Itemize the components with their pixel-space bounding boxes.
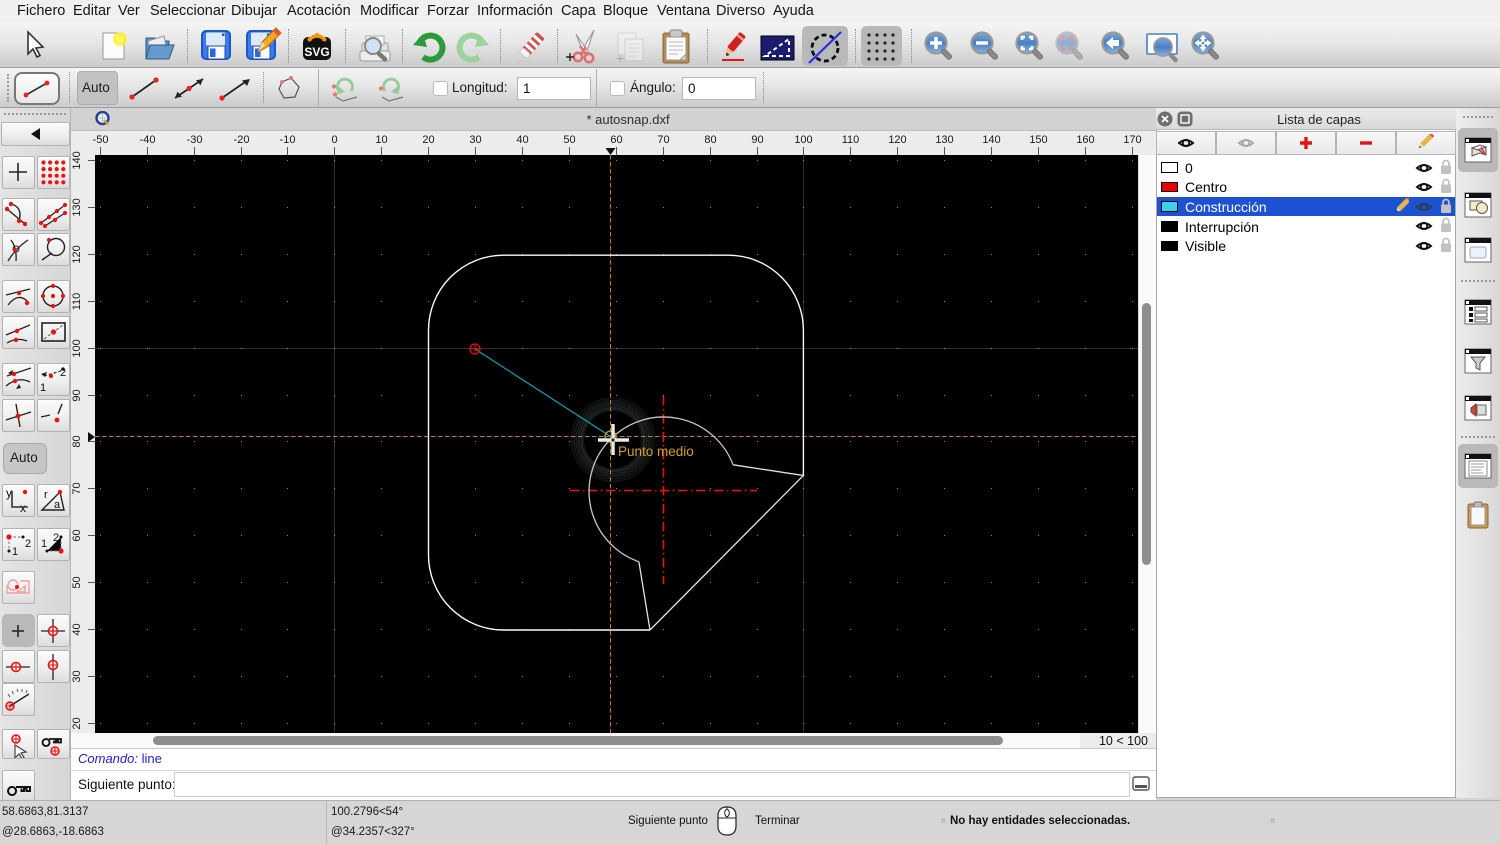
svg-text:10: 10 xyxy=(375,134,387,146)
svg-text:20: 20 xyxy=(71,717,83,729)
svg-text:140: 140 xyxy=(982,134,1000,146)
svg-text:2: 2 xyxy=(53,532,59,544)
svg-text:70: 70 xyxy=(71,482,83,494)
svg-text:a: a xyxy=(54,499,61,511)
svg-text:50: 50 xyxy=(563,134,575,146)
svg-text:150: 150 xyxy=(1029,134,1047,146)
svg-text:110: 110 xyxy=(842,134,860,146)
svg-text:50: 50 xyxy=(71,576,83,588)
svg-text:80: 80 xyxy=(71,435,83,447)
svg-text:110: 110 xyxy=(71,293,83,311)
svg-text:-40: -40 xyxy=(140,134,156,146)
svg-text:70: 70 xyxy=(657,134,669,146)
svg-text:120: 120 xyxy=(888,134,906,146)
svg-text:40: 40 xyxy=(516,134,528,146)
svg-text:90: 90 xyxy=(751,134,763,146)
svg-text:1: 1 xyxy=(12,546,18,558)
svg-text:30: 30 xyxy=(71,670,83,682)
svg-text:-30: -30 xyxy=(187,134,203,146)
svg-text:140: 140 xyxy=(71,151,83,169)
svg-text:1: 1 xyxy=(40,382,46,394)
svg-text:120: 120 xyxy=(71,245,83,263)
svg-text:130: 130 xyxy=(935,134,953,146)
svg-text:100: 100 xyxy=(71,339,83,357)
svg-text:60: 60 xyxy=(71,529,83,541)
svg-text:100: 100 xyxy=(794,134,812,146)
svg-text:160: 160 xyxy=(1076,134,1094,146)
svg-text:0: 0 xyxy=(331,134,337,146)
svg-text:r: r xyxy=(44,489,48,501)
svg-text:+: + xyxy=(616,50,624,65)
svg-text:2: 2 xyxy=(25,538,31,550)
svg-text:30: 30 xyxy=(469,134,481,146)
svg-text:-20: -20 xyxy=(234,134,250,146)
svg-text:130: 130 xyxy=(71,198,83,216)
svg-text:60: 60 xyxy=(610,134,622,146)
svg-text:y: y xyxy=(6,486,12,500)
svg-text:-10: -10 xyxy=(280,134,296,146)
svg-text:1: 1 xyxy=(41,538,47,550)
svg-text:40: 40 xyxy=(71,623,83,635)
svg-text:x: x xyxy=(20,501,26,515)
svg-text:Punto medio: Punto medio xyxy=(618,444,694,459)
svg-text:90: 90 xyxy=(71,389,83,401)
svg-text:SVG: SVG xyxy=(304,45,329,59)
svg-text:80: 80 xyxy=(704,134,716,146)
svg-text:20: 20 xyxy=(422,134,434,146)
svg-text:170: 170 xyxy=(1123,134,1141,146)
